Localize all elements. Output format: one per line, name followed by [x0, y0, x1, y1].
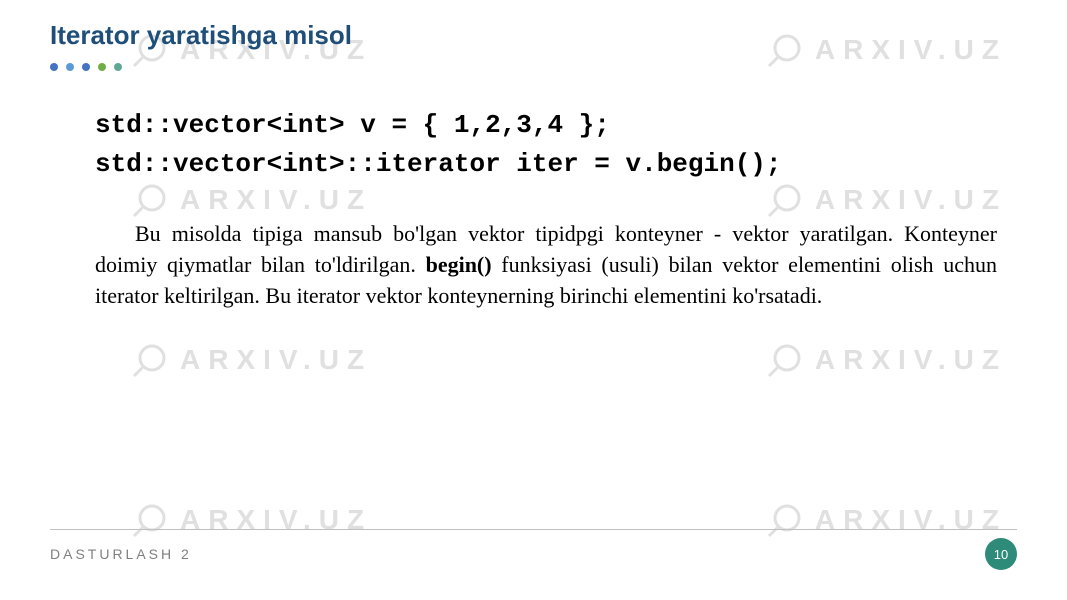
dot-icon: [50, 63, 58, 71]
dot-icon: [82, 63, 90, 71]
paragraph-bold: begin(): [426, 252, 492, 277]
slide-title: Iterator yaratishga misol: [50, 20, 1017, 51]
dot-icon: [98, 63, 106, 71]
explanation-paragraph: Bu misolda tipiga mansub bo'lgan vektor …: [95, 219, 997, 311]
code-line: std::vector<int>::iterator iter = v.begi…: [95, 145, 1017, 184]
page-number-badge: 10: [985, 538, 1017, 570]
slide-footer: DASTURLASH 2 10: [50, 529, 1017, 570]
footer-label: DASTURLASH 2: [50, 546, 192, 562]
code-example: std::vector<int> v = { 1,2,3,4 }; std::v…: [95, 106, 1017, 184]
slide-content: Iterator yaratishga misol std::vector<in…: [0, 0, 1067, 600]
dot-icon: [114, 63, 122, 71]
code-line: std::vector<int> v = { 1,2,3,4 };: [95, 106, 1017, 145]
dot-icon: [66, 63, 74, 71]
title-decoration-dots: [50, 63, 1017, 71]
